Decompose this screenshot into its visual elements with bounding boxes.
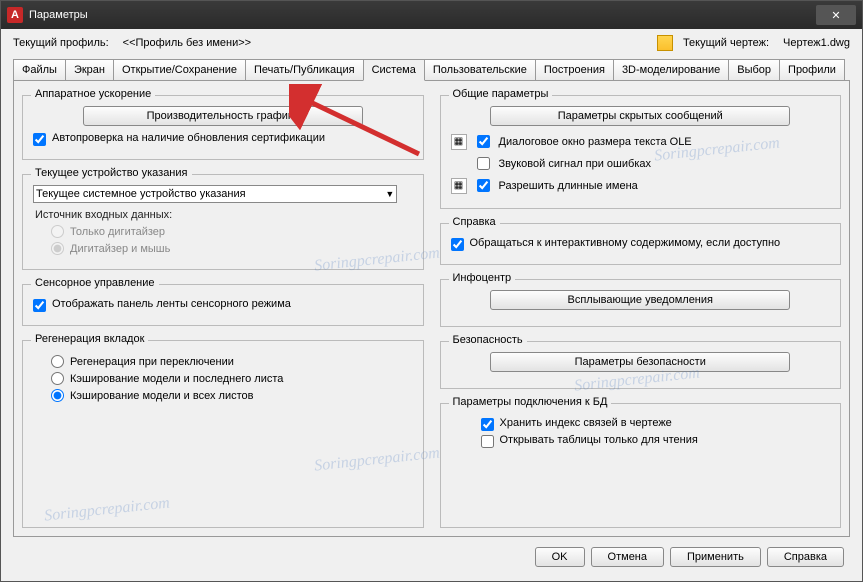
close-icon: ✕: [831, 9, 840, 22]
db-readonly-checkbox[interactable]: [481, 435, 494, 448]
drawing-label: Текущий чертеж:: [683, 37, 769, 49]
drawing-value: Чертеж1.dwg: [783, 37, 850, 49]
tab-bar: Файлы Экран Открытие/Сохранение Печать/П…: [1, 59, 862, 80]
auto-cert-check-label: Автопроверка на наличие обновления серти…: [52, 132, 413, 144]
group-hardware-title: Аппаратное ускорение: [31, 88, 155, 100]
group-pointing-title: Текущее устройство указания: [31, 167, 192, 179]
tab-files[interactable]: Файлы: [13, 59, 66, 80]
group-regen: Регенерация вкладок Регенерация при пере…: [22, 340, 424, 528]
security-settings-button[interactable]: Параметры безопасности: [490, 352, 790, 372]
group-touch: Сенсорное управление Отображать панель л…: [22, 284, 424, 326]
tab-modeling[interactable]: 3D-моделирование: [613, 59, 729, 80]
titlebar: A Параметры ✕: [1, 1, 862, 29]
graphics-performance-button[interactable]: Производительность графики: [83, 106, 363, 126]
drawing-small-icon-2: ▦: [451, 178, 467, 194]
right-column: Общие параметры Параметры скрытых сообще…: [440, 89, 842, 528]
tab-system[interactable]: Система: [363, 59, 425, 81]
db-index-label: Хранить индекс связей в чертеже: [500, 417, 831, 429]
tab-drafting[interactable]: Построения: [535, 59, 614, 80]
db-readonly-label: Открывать таблицы только для чтения: [500, 434, 831, 446]
drawing-small-icon: ▦: [451, 134, 467, 150]
profile-label: Текущий профиль:: [13, 37, 109, 49]
long-names-checkbox[interactable]: [477, 179, 490, 192]
tab-print[interactable]: Печать/Публикация: [245, 59, 364, 80]
group-security: Безопасность Параметры безопасности: [440, 341, 842, 389]
group-general: Общие параметры Параметры скрытых сообще…: [440, 95, 842, 209]
group-general-title: Общие параметры: [449, 88, 553, 100]
beep-error-label: Звуковой сигнал при ошибках: [499, 158, 652, 170]
radio-digitizer-label: Только дигитайзер: [70, 226, 165, 238]
group-infocenter-title: Инфоцентр: [449, 272, 516, 284]
radio-cache-all-label: Кэширование модели и всех листов: [70, 390, 253, 402]
group-hardware: Аппаратное ускорение Производительность …: [22, 95, 424, 160]
input-source-label: Источник входных данных:: [35, 209, 413, 221]
group-help: Справка Обращаться к интерактивному соде…: [440, 223, 842, 265]
hidden-messages-button[interactable]: Параметры скрытых сообщений: [490, 106, 790, 126]
options-dialog: A Параметры ✕ Текущий профиль: <<Профиль…: [0, 0, 863, 582]
radio-cache-last[interactable]: [51, 372, 64, 385]
radio-cache-last-label: Кэширование модели и последнего листа: [70, 373, 283, 385]
group-touch-title: Сенсорное управление: [31, 277, 159, 289]
pointing-device-select[interactable]: Текущее системное устройство указания ▼: [33, 185, 397, 203]
cancel-button[interactable]: Отмена: [591, 547, 664, 567]
auto-cert-check-checkbox[interactable]: [33, 133, 46, 146]
group-db: Параметры подключения к БД Хранить индек…: [440, 403, 842, 528]
radio-cache-all[interactable]: [51, 389, 64, 402]
touch-ribbon-checkbox[interactable]: [33, 299, 46, 312]
group-infocenter: Инфоцентр Всплывающие уведомления: [440, 279, 842, 327]
tab-opensave[interactable]: Открытие/Сохранение: [113, 59, 246, 80]
group-help-title: Справка: [449, 216, 500, 228]
ole-text-size-checkbox[interactable]: [477, 135, 490, 148]
help-button[interactable]: Справка: [767, 547, 844, 567]
tab-select[interactable]: Выбор: [728, 59, 780, 80]
online-help-checkbox[interactable]: [451, 238, 464, 251]
tab-screen[interactable]: Экран: [65, 59, 114, 80]
info-row: Текущий профиль: <<Профиль без имени>> Т…: [1, 29, 862, 57]
profile-value: <<Профиль без имени>>: [123, 37, 251, 49]
group-regen-title: Регенерация вкладок: [31, 333, 148, 345]
pointing-device-value: Текущее системное устройство указания: [36, 188, 246, 200]
dialog-footer: OK Отмена Применить Справка: [1, 537, 862, 581]
online-help-label: Обращаться к интерактивному содержимому,…: [470, 237, 831, 249]
popup-notifications-button[interactable]: Всплывающие уведомления: [490, 290, 790, 310]
radio-regen-switch-label: Регенерация при переключении: [70, 356, 234, 368]
radio-both-label: Дигитайзер и мышь: [70, 243, 170, 255]
window-title: Параметры: [29, 9, 816, 21]
left-column: Аппаратное ускорение Производительность …: [22, 89, 424, 528]
group-db-title: Параметры подключения к БД: [449, 396, 612, 408]
radio-digitizer-only: [51, 225, 64, 238]
touch-ribbon-label: Отображать панель ленты сенсорного режим…: [52, 298, 413, 310]
drawing-icon: [657, 35, 673, 51]
tab-user[interactable]: Пользовательские: [424, 59, 536, 80]
radio-digitizer-mouse: [51, 242, 64, 255]
close-button[interactable]: ✕: [816, 5, 856, 25]
apply-button[interactable]: Применить: [670, 547, 761, 567]
app-icon: A: [7, 7, 23, 23]
ok-button[interactable]: OK: [535, 547, 585, 567]
group-security-title: Безопасность: [449, 334, 527, 346]
chevron-down-icon: ▼: [385, 189, 394, 199]
radio-regen-switch[interactable]: [51, 355, 64, 368]
content-area: Аппаратное ускорение Производительность …: [13, 80, 850, 537]
group-pointing-device: Текущее устройство указания Текущее сист…: [22, 174, 424, 270]
beep-error-checkbox[interactable]: [477, 157, 490, 170]
tab-profiles[interactable]: Профили: [779, 59, 845, 80]
db-index-checkbox[interactable]: [481, 418, 494, 431]
long-names-label: Разрешить длинные имена: [499, 180, 638, 192]
ole-text-size-label: Диалоговое окно размера текста OLE: [499, 136, 692, 148]
